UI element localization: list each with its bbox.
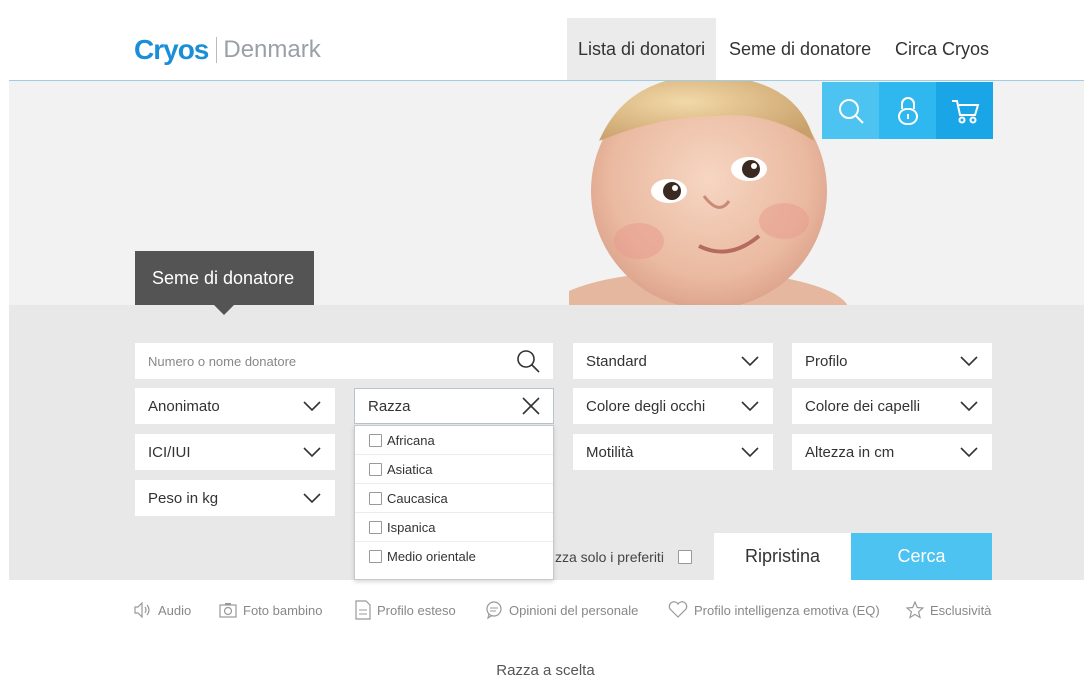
profilo-select[interactable]: Profilo [792,343,992,379]
checkbox[interactable] [369,491,382,505]
chevron-down-icon [303,447,321,458]
anonimato-label: Anonimato [148,397,220,415]
legend-foto-label: Foto bambino [243,602,323,618]
site-header: Cryos Denmark Lista di donatori Seme di … [0,0,1091,82]
chevron-down-icon [741,356,759,367]
option-label: Ispanica [387,519,436,535]
option-label: Medio orientale [387,549,476,564]
chevron-down-icon [741,447,759,458]
page: Cryos Denmark Lista di donatori Seme di … [0,0,1091,692]
option-label: Caucasica [387,490,448,506]
peso-label: Peso in kg [148,489,219,507]
nav-seme-donatore[interactable]: Seme di donatore [718,18,882,80]
nav-circa-cryos[interactable]: Circa Cryos [884,18,1000,80]
razza-option-ispanica[interactable]: Ispanica [355,513,553,542]
logo-brand: Cryos [134,34,209,65]
razza-option-medio-orientale[interactable]: Medio orientale [355,542,553,571]
favorites-toggle[interactable]: zza solo i preferiti [555,533,697,580]
legend-audio-label: Audio [158,602,192,618]
legend-opinioni-label: Opinioni del personale [509,602,639,618]
search-input[interactable]: Numero o nome donatore [135,343,553,379]
chevron-down-icon [303,401,321,412]
image-caption: Razza a scelta [496,662,595,679]
checkbox[interactable] [369,550,382,563]
search-placeholder: Numero o nome donatore [148,353,297,369]
legend-esclusivita-label: Esclusività [930,602,992,618]
quick-icons [822,82,993,139]
legend-esclusivita: Esclusività [906,598,991,622]
search-icon[interactable] [822,82,879,139]
chevron-down-icon [960,356,978,367]
star-icon [906,601,924,619]
anonimato-select[interactable]: Anonimato [135,388,335,424]
profilo-label: Profilo [805,352,848,370]
standard-select[interactable]: Standard [573,343,773,379]
logo-separator [216,37,218,63]
colore-occhi-select[interactable]: Colore degli occhi [573,388,773,424]
razza-label: Razza [368,397,411,415]
razza-option-africana[interactable]: Africana [355,426,553,455]
peso-select[interactable]: Peso in kg [135,480,335,516]
razza-select[interactable]: Razza [354,388,554,424]
legend-audio: Audio [134,598,191,622]
legend-profilo-label: Profilo esteso [377,602,456,618]
heart-icon [668,601,688,618]
favorites-checkbox[interactable] [677,549,692,564]
favorites-label: zza solo i preferiti [555,548,664,565]
chevron-down-icon [303,493,321,504]
legend-foto: Foto bambino [219,598,323,622]
logo[interactable]: Cryos Denmark [134,32,321,68]
altezza-label: Altezza in cm [805,443,895,461]
tab-pointer [214,305,234,315]
legend-profilo: Profilo esteso [355,598,456,622]
colore-occhi-label: Colore degli occhi [586,397,706,415]
nav-lista-donatori[interactable]: Lista di donatori [567,18,717,80]
chevron-down-icon [741,401,759,412]
motilita-select[interactable]: Motilità [573,434,773,470]
legend-eq-label: Profilo intelligenza emotiva (EQ) [694,602,880,618]
altezza-select[interactable]: Altezza in cm [792,434,992,470]
logo-country: Denmark [223,36,321,63]
standard-label: Standard [586,352,647,370]
razza-option-caucasica[interactable]: Caucasica [355,484,553,513]
legend-opinioni: Opinioni del personale [485,598,638,622]
checkbox[interactable] [369,433,382,447]
chevron-down-icon [960,401,978,412]
ici-iui-select[interactable]: ICI/IUI [135,434,335,470]
checkbox[interactable] [369,462,382,476]
cart-icon[interactable] [936,82,993,139]
close-icon[interactable] [522,397,540,415]
camera-icon [219,603,237,618]
ici-iui-label: ICI/IUI [148,443,191,461]
search-button[interactable]: Cerca [851,533,992,580]
checkbox[interactable] [369,520,382,534]
chevron-down-icon [960,447,978,458]
legend-eq: Profilo intelligenza emotiva (EQ) [668,598,880,622]
motilita-label: Motilità [586,443,634,461]
option-label: Asiatica [387,461,433,477]
audio-icon [134,602,150,618]
razza-option-asiatica[interactable]: Asiatica [355,455,553,484]
option-label: Africana [387,432,435,448]
chat-icon [486,601,502,619]
reset-button[interactable]: Ripristina [714,533,851,580]
razza-dropdown: Africana Asiatica Caucasica Ispanica Med… [354,425,554,580]
colore-capelli-select[interactable]: Colore dei capelli [792,388,992,424]
colore-capelli-label: Colore dei capelli [805,397,921,415]
search-icon[interactable] [516,349,540,373]
section-tab: Seme di donatore [135,251,314,305]
document-icon [355,600,371,620]
lock-icon[interactable] [879,82,936,139]
